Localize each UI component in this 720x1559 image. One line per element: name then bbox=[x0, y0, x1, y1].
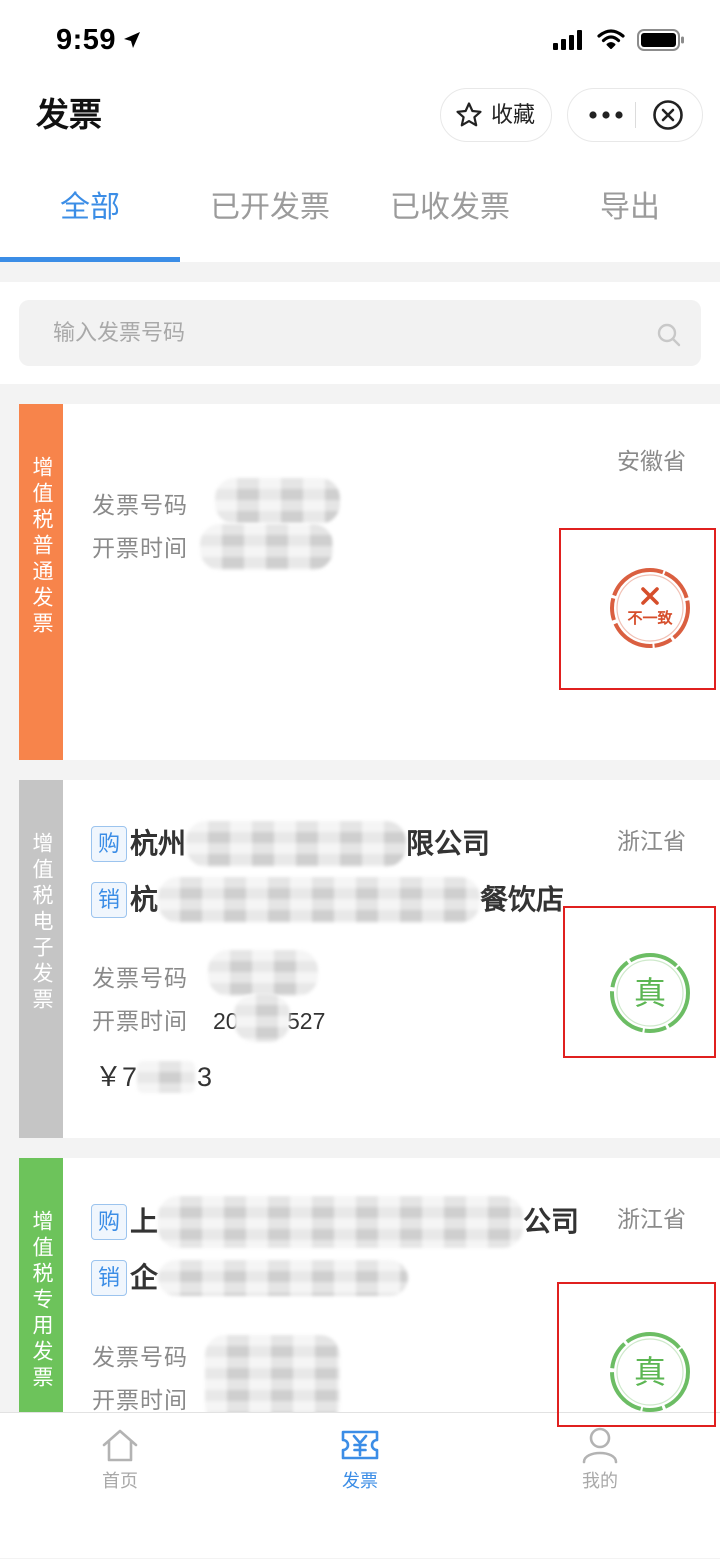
seller-badge: 销 bbox=[91, 1260, 127, 1296]
seller-name-end: 餐饮店 bbox=[480, 884, 565, 915]
buyer-name-end: 公司 bbox=[523, 1206, 580, 1237]
redacted-blur bbox=[186, 821, 407, 867]
invoice-type: 增值税普通发票 bbox=[30, 456, 53, 638]
nav-item-invoice[interactable]: 发票 bbox=[240, 1413, 480, 1559]
province: 安徽省 bbox=[617, 448, 686, 474]
capsule-divider bbox=[635, 102, 636, 128]
annotation-highlight-box bbox=[557, 1282, 716, 1427]
buyer-row: 购 上 公司 bbox=[91, 1196, 580, 1248]
buyer-name-end: 限公司 bbox=[406, 828, 491, 859]
nav-label: 我的 bbox=[582, 1471, 618, 1491]
redacted-blur bbox=[200, 524, 333, 570]
tab-received[interactable]: 已收发票 bbox=[360, 160, 540, 257]
invoice-number-label: 发票号码 bbox=[92, 1344, 188, 1370]
province: 浙江省 bbox=[617, 828, 686, 854]
signal-icon bbox=[553, 30, 582, 50]
redacted-blur bbox=[234, 994, 290, 1042]
issue-time-end: 527 bbox=[287, 1008, 326, 1034]
annotation-highlight-box bbox=[563, 906, 716, 1058]
tab-all[interactable]: 全部 bbox=[0, 160, 180, 257]
buyer-name-start: 上 bbox=[130, 1206, 159, 1237]
location-arrow-icon bbox=[124, 32, 140, 48]
buyer-row: 购 杭州 限公司 bbox=[91, 821, 491, 867]
favorite-label: 收藏 bbox=[491, 102, 536, 127]
page-title: 发票 bbox=[36, 96, 102, 133]
invoice-type-strip: 增值税电子发票 bbox=[19, 780, 63, 1138]
redacted-blur bbox=[215, 478, 340, 524]
invoice-type: 增值税专用发票 bbox=[30, 1210, 53, 1392]
tab-issued[interactable]: 已开发票 bbox=[180, 160, 360, 257]
buyer-name-start: 杭州 bbox=[130, 828, 187, 859]
redacted-blur bbox=[158, 877, 481, 923]
close-circle-icon[interactable] bbox=[652, 99, 684, 131]
issue-time-label: 开票时间 bbox=[92, 535, 188, 561]
more-icon[interactable] bbox=[588, 107, 624, 123]
invoice-number-label: 发票号码 bbox=[92, 492, 188, 518]
invoice-type: 增值税电子发票 bbox=[30, 832, 53, 1014]
seller-badge: 销 bbox=[91, 882, 127, 918]
favorite-button[interactable]: 收藏 bbox=[440, 88, 552, 142]
seller-name-start: 企 bbox=[130, 1262, 159, 1293]
invoice-number-label: 发票号码 bbox=[92, 965, 188, 991]
wifi-icon bbox=[597, 29, 625, 49]
seller-row: 销 杭 餐饮店 bbox=[91, 877, 565, 923]
bottom-nav: 首页 发票 我的 bbox=[0, 1412, 720, 1558]
redacted-blur bbox=[137, 1061, 195, 1093]
redacted-blur bbox=[158, 1196, 524, 1248]
buyer-badge: 购 bbox=[91, 826, 127, 862]
invoice-type-strip: 增值税普通发票 bbox=[19, 404, 63, 760]
nav-item-home[interactable]: 首页 bbox=[0, 1413, 240, 1559]
status-time: 9:59 bbox=[56, 24, 117, 56]
seller-row: 销 企 bbox=[91, 1258, 409, 1298]
invoice-icon bbox=[341, 1430, 379, 1460]
search-icon[interactable] bbox=[656, 322, 682, 348]
issue-time-label: 开票时间 bbox=[92, 1387, 188, 1413]
redacted-blur bbox=[208, 950, 318, 996]
annotation-highlight-box bbox=[559, 528, 716, 690]
buyer-badge: 购 bbox=[91, 1204, 127, 1240]
search-input[interactable] bbox=[19, 300, 701, 366]
seller-name-start: 杭 bbox=[130, 884, 159, 915]
nav-label: 发票 bbox=[342, 1471, 378, 1491]
battery-icon bbox=[637, 29, 684, 51]
home-icon bbox=[102, 1429, 138, 1462]
province: 浙江省 bbox=[617, 1206, 686, 1232]
amount-end: 3 bbox=[197, 1062, 213, 1092]
amount-start: ￥7 bbox=[95, 1062, 138, 1092]
nav-label: 首页 bbox=[102, 1471, 138, 1491]
user-icon bbox=[582, 1427, 618, 1464]
active-tab-indicator bbox=[0, 257, 180, 262]
redacted-blur bbox=[158, 1260, 409, 1296]
nav-item-me[interactable]: 我的 bbox=[480, 1413, 720, 1559]
mini-program-capsule bbox=[567, 88, 703, 142]
star-icon bbox=[456, 102, 482, 127]
tab-export[interactable]: 导出 bbox=[540, 160, 720, 257]
issue-time-label: 开票时间 bbox=[92, 1008, 188, 1034]
